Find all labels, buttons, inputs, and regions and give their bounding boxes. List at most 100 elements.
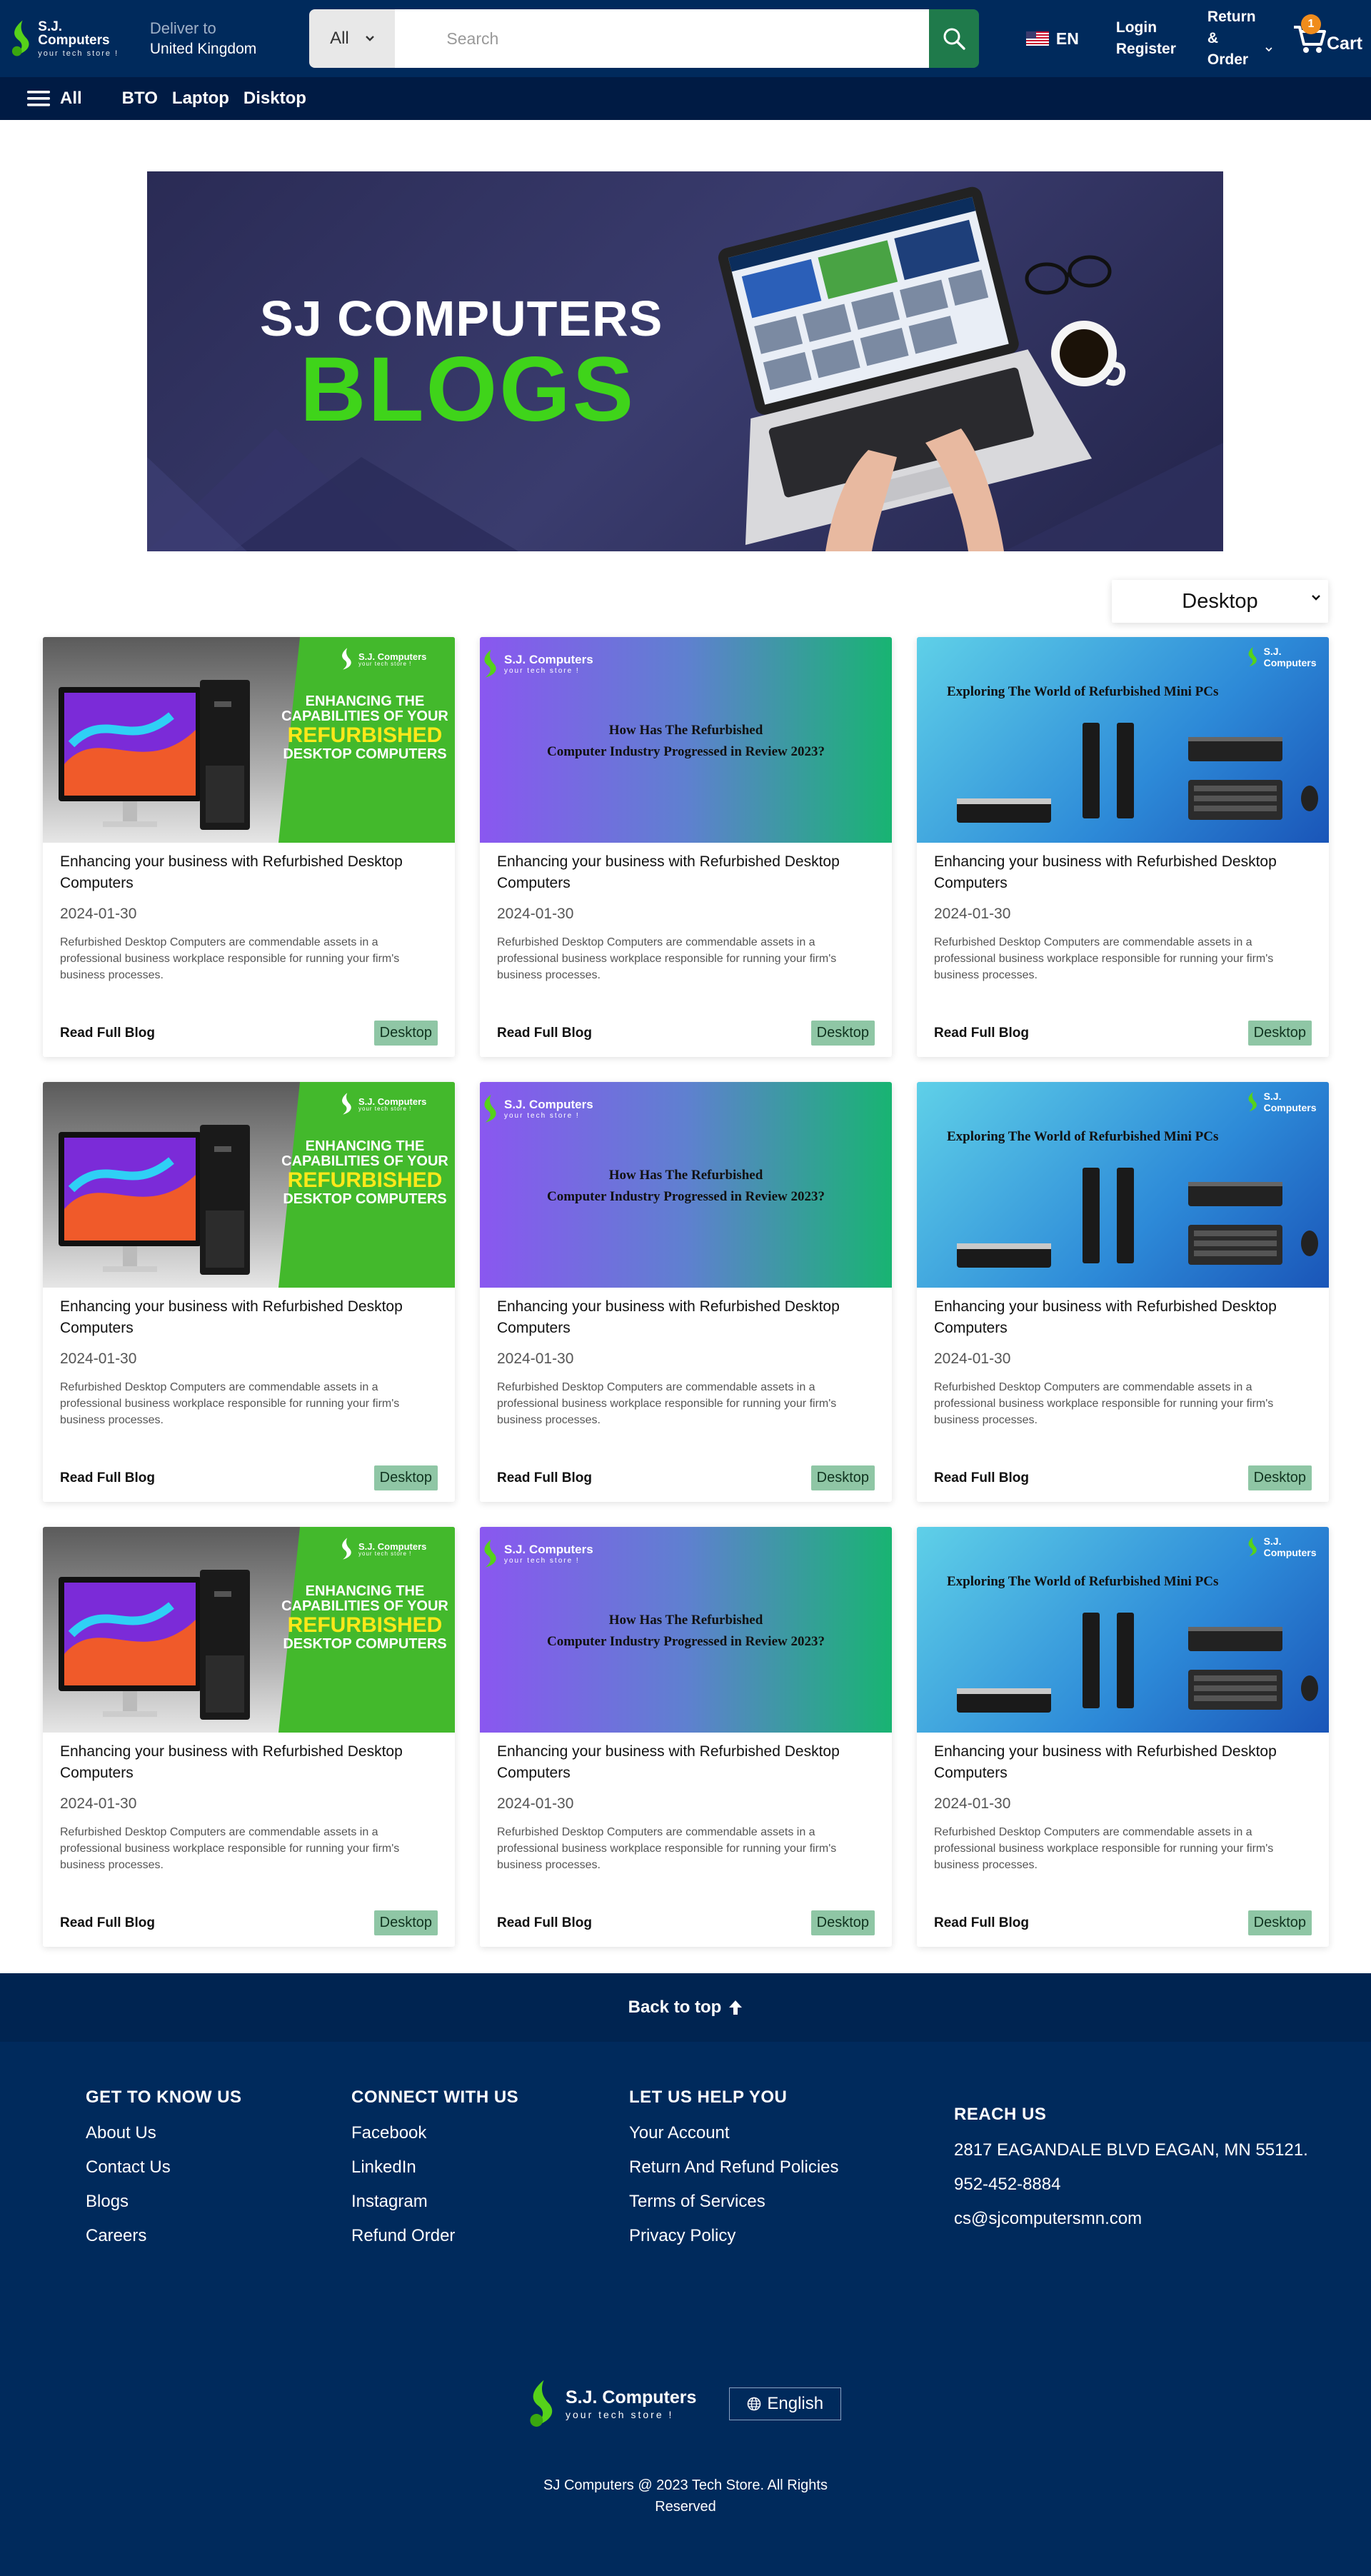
- image-headline-4: DESKTOP COMPUTERS: [283, 746, 447, 762]
- read-full-blog-link[interactable]: Read Full Blog: [934, 1026, 1029, 1041]
- blog-card-title[interactable]: Enhancing your business with Refurbished…: [60, 851, 438, 894]
- blog-card-title[interactable]: Enhancing your business with Refurbished…: [934, 851, 1312, 894]
- image-brand: S.J. Computers: [358, 1540, 427, 1552]
- blog-image-refurbished-desktops[interactable]: S.J. Computers your tech store ! ENHANCI…: [43, 1527, 455, 1733]
- footer-link-linkedin[interactable]: LinkedIn: [351, 2150, 518, 2185]
- site-footer: GET TO KNOW US About Us Contact Us Blogs…: [0, 2042, 1371, 2576]
- blog-category-tag[interactable]: Desktop: [810, 1910, 875, 1935]
- category-filter-select[interactable]: Desktop: [1112, 580, 1328, 623]
- blog-card[interactable]: S.J. Computers your tech store ! How Has…: [480, 1527, 892, 1947]
- blog-category-tag[interactable]: Desktop: [1247, 1910, 1312, 1935]
- blog-card-title[interactable]: Enhancing your business with Refurbished…: [497, 1296, 875, 1339]
- search-button[interactable]: [928, 9, 979, 68]
- footer-link-your-account[interactable]: Your Account: [629, 2116, 839, 2150]
- blog-image-mini-pcs[interactable]: S.J. Computers Exploring The World of Re…: [917, 1527, 1329, 1733]
- cart-count-badge: 1: [1300, 14, 1321, 34]
- footer-link-terms[interactable]: Terms of Services: [629, 2185, 839, 2219]
- nav-link-bto[interactable]: BTO: [122, 89, 158, 109]
- blog-card-title[interactable]: Enhancing your business with Refurbished…: [60, 1296, 438, 1339]
- blog-category-tag[interactable]: Desktop: [1247, 1021, 1312, 1046]
- logo-title: S.J. Computers: [38, 19, 110, 48]
- arrow-up-icon: [729, 2000, 743, 2015]
- blog-card[interactable]: S.J. Computers your tech store ! ENHANCI…: [43, 637, 455, 1057]
- deliver-to[interactable]: Deliver to United Kingdom: [150, 19, 291, 58]
- blog-image-industry-review[interactable]: S.J. Computers your tech store ! How Has…: [480, 1082, 892, 1288]
- footer-link-refund-order[interactable]: Refund Order: [351, 2219, 518, 2253]
- footer-link-instagram[interactable]: Instagram: [351, 2185, 518, 2219]
- footer-link-return-refund[interactable]: Return And Refund Policies: [629, 2150, 839, 2185]
- blog-image-refurbished-desktops[interactable]: S.J. Computers your tech store ! ENHANCI…: [43, 637, 455, 843]
- blog-image-refurbished-desktops[interactable]: S.J. Computers your tech store ! ENHANCI…: [43, 1082, 455, 1288]
- footer-link-contact-us[interactable]: Contact Us: [86, 2150, 242, 2185]
- footer-link-careers[interactable]: Careers: [86, 2219, 242, 2253]
- return-order-menu[interactable]: Return & Order: [1207, 6, 1272, 71]
- blog-card-date: 2024-01-30: [60, 906, 137, 922]
- blog-card-title[interactable]: Enhancing your business with Refurbished…: [934, 1741, 1312, 1784]
- read-full-blog-link[interactable]: Read Full Blog: [934, 1470, 1029, 1486]
- chevron-down-icon: [365, 36, 374, 41]
- read-full-blog-link[interactable]: Read Full Blog: [60, 1915, 155, 1931]
- cart-label: Cart: [1326, 34, 1362, 54]
- footer-link-blogs[interactable]: Blogs: [86, 2185, 242, 2219]
- blog-card-title[interactable]: Enhancing your business with Refurbished…: [60, 1741, 438, 1784]
- language-selector[interactable]: EN: [1025, 29, 1079, 49]
- image-headline-3: REFURBISHED: [287, 723, 443, 747]
- blog-card-description: Refurbished Desktop Computers are commen…: [497, 936, 837, 981]
- blog-category-tag[interactable]: Desktop: [373, 1465, 438, 1490]
- blog-card-title[interactable]: Enhancing your business with Refurbished…: [497, 1741, 875, 1784]
- read-full-blog-link[interactable]: Read Full Blog: [497, 1026, 592, 1041]
- blog-card[interactable]: S.J. Computers your tech store ! How Has…: [480, 1082, 892, 1502]
- blog-card[interactable]: S.J. Computers your tech store ! How Has…: [480, 637, 892, 1057]
- image-headline-3: REFURBISHED: [287, 1168, 443, 1192]
- register-link[interactable]: Register: [1116, 39, 1176, 60]
- blog-card[interactable]: S.J. Computers Exploring The World of Re…: [917, 1527, 1329, 1947]
- footer-logo[interactable]: S.J. Computers your tech store !: [526, 2376, 696, 2432]
- blog-card[interactable]: S.J. Computers your tech store ! ENHANCI…: [43, 1527, 455, 1947]
- blog-category-tag[interactable]: Desktop: [810, 1465, 875, 1490]
- blog-image-mini-pcs[interactable]: S.J. Computers Exploring The World of Re…: [917, 1082, 1329, 1288]
- blog-category-tag[interactable]: Desktop: [373, 1910, 438, 1935]
- login-link[interactable]: Login: [1116, 17, 1176, 39]
- blog-card-title[interactable]: Enhancing your business with Refurbished…: [497, 851, 875, 894]
- site-logo[interactable]: S.J. Computers your tech store !: [9, 6, 136, 71]
- blog-card-description: Refurbished Desktop Computers are commen…: [60, 1826, 400, 1871]
- footer-phone[interactable]: 952-452-8884: [954, 2167, 1308, 2202]
- cart-button[interactable]: 1 Cart: [1292, 14, 1362, 54]
- nav-link-desktop[interactable]: Disktop: [243, 89, 306, 109]
- mini-pc-illustration: [957, 1168, 1318, 1268]
- nav-link-laptop[interactable]: Laptop: [172, 89, 229, 109]
- footer-language-button[interactable]: English: [729, 2387, 842, 2420]
- footer-col-help: LET US HELP YOU Your Account Return And …: [629, 2088, 839, 2253]
- back-to-top-button[interactable]: Back to top: [0, 1973, 1371, 2042]
- blog-card[interactable]: S.J. Computers Exploring The World of Re…: [917, 1082, 1329, 1502]
- blog-category-tag[interactable]: Desktop: [810, 1021, 875, 1046]
- read-full-blog-link[interactable]: Read Full Blog: [934, 1915, 1029, 1931]
- blog-card[interactable]: S.J. Computers your tech store ! ENHANCI…: [43, 1082, 455, 1502]
- read-full-blog-link[interactable]: Read Full Blog: [60, 1026, 155, 1041]
- logo-icon: [342, 648, 351, 670]
- blog-card-title[interactable]: Enhancing your business with Refurbished…: [934, 1296, 1312, 1339]
- blog-image-industry-review[interactable]: S.J. Computers your tech store ! How Has…: [480, 1527, 892, 1733]
- account-links: Login Register: [1116, 17, 1176, 60]
- chevron-down-icon: [1265, 47, 1272, 52]
- blog-image-mini-pcs[interactable]: S.J. Computers Exploring The World of Re…: [917, 637, 1329, 843]
- footer-col-title: REACH US: [954, 2105, 1047, 2124]
- footer-email[interactable]: cs@sjcomputersmn.com: [954, 2202, 1308, 2236]
- read-full-blog-link[interactable]: Read Full Blog: [497, 1915, 592, 1931]
- blog-category-tag[interactable]: Desktop: [1247, 1465, 1312, 1490]
- blog-category-tag[interactable]: Desktop: [373, 1021, 438, 1046]
- search-category-select[interactable]: All: [309, 9, 396, 68]
- blog-image-industry-review[interactable]: S.J. Computers your tech store ! How Has…: [480, 637, 892, 843]
- blog-card[interactable]: S.J. Computers Exploring The World of Re…: [917, 637, 1329, 1057]
- footer-link-facebook[interactable]: Facebook: [351, 2116, 518, 2150]
- read-full-blog-link[interactable]: Read Full Blog: [60, 1470, 155, 1486]
- image-headline-2: Computer Industry Progressed in Review 2…: [547, 1189, 825, 1204]
- footer-link-privacy[interactable]: Privacy Policy: [629, 2219, 839, 2253]
- image-headline-2: CAPABILITIES OF YOUR: [281, 1598, 448, 1614]
- search-input[interactable]: [395, 9, 929, 68]
- all-categories-menu[interactable]: All: [27, 89, 82, 109]
- footer-link-about-us[interactable]: About Us: [86, 2116, 242, 2150]
- read-full-blog-link[interactable]: Read Full Blog: [497, 1470, 592, 1486]
- blog-card-date: 2024-01-30: [497, 1350, 574, 1367]
- image-tagline: your tech store !: [358, 660, 412, 667]
